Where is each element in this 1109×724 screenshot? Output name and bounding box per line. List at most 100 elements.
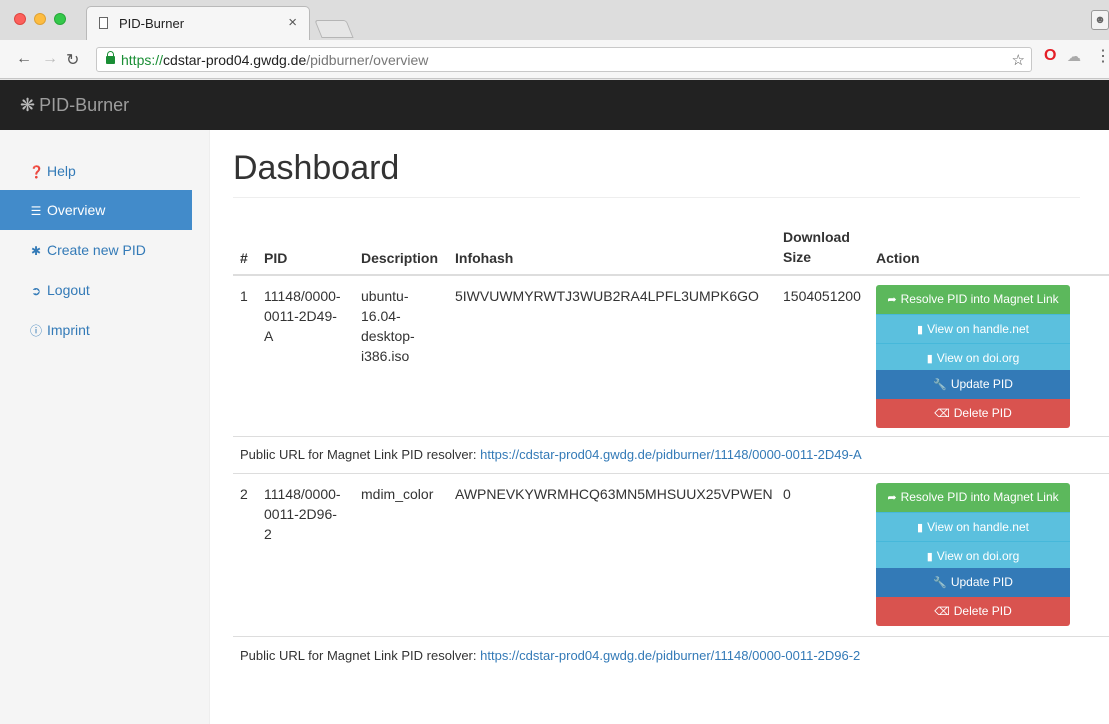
send-icon: ➦: [887, 294, 897, 306]
brand[interactable]: ❋ PID-Burner: [20, 95, 129, 116]
column-header-index: #: [240, 250, 248, 266]
star-icon[interactable]: ☆: [1012, 51, 1025, 69]
sidebar-item-label: Help: [47, 163, 76, 179]
view-on-handle-button[interactable]: ▮ View on handle.net: [876, 314, 1070, 343]
list-icon: ☰: [30, 204, 42, 218]
brand-label: PID-Burner: [39, 95, 130, 115]
row-infohash: AWPNEVKYWRMHCQ63MN5MHSUUX25VPWEN: [455, 486, 773, 502]
pid-line: A: [264, 328, 274, 344]
profile-icon[interactable]: ☻: [1091, 10, 1109, 30]
asterisk-icon: ✱: [30, 244, 42, 258]
browser-tab[interactable]: PID-Burner ×: [86, 6, 310, 40]
url-path: /pidburner/overview: [306, 52, 429, 68]
window-close-button[interactable]: [14, 13, 26, 25]
sidebar-item-create-new-pid[interactable]: ✱ Create new PID: [0, 230, 192, 270]
url-scheme: https://: [121, 52, 164, 68]
sidebar-item-label: Logout: [47, 282, 90, 298]
wrench-icon: 🔧: [933, 577, 947, 589]
back-icon[interactable]: ←: [16, 50, 32, 68]
pid-line: 0011-2D96-: [264, 506, 337, 522]
pid-line: 2: [264, 526, 272, 542]
view-on-doi-button[interactable]: ▮ View on doi.org: [876, 541, 1070, 570]
row-description: mdim_color: [361, 484, 439, 504]
row-index: 1: [240, 288, 248, 304]
title-divider: [233, 197, 1080, 198]
view-on-handle-button[interactable]: ▮ View on handle.net: [876, 512, 1070, 541]
file-icon: ▮: [917, 522, 924, 534]
page-icon: [99, 17, 108, 29]
forward-icon[interactable]: →: [42, 50, 58, 68]
pid-line: 11148/0000-: [264, 288, 341, 304]
public-url-line: Public URL for Magnet Link PID resolver:…: [240, 447, 862, 462]
description-line: mdim_color: [361, 486, 434, 502]
column-header-size-line2: Size: [783, 249, 812, 265]
menu-icon[interactable]: ⋮: [1095, 46, 1109, 66]
row-infohash: 5IWVUWMYRWTJ3WUB2RA4LPFL3UMPK6GO: [455, 288, 759, 304]
row-index: 2: [240, 486, 248, 502]
update-pid-button[interactable]: 🔧 Update PID: [876, 568, 1070, 597]
row-pid[interactable]: 11148/0000- 0011-2D49- A: [264, 286, 350, 346]
row-divider: [233, 636, 1109, 637]
delete-pid-button[interactable]: ⌫ Delete PID: [876, 399, 1070, 428]
table-header-divider: [233, 274, 1109, 276]
column-header-download-size: Download Size: [783, 227, 850, 267]
new-tab-button[interactable]: [314, 20, 354, 38]
column-header-description: Description: [361, 250, 439, 266]
reload-icon[interactable]: ↻: [66, 50, 79, 70]
wrench-icon: 🔧: [933, 379, 947, 391]
pid-line: 11148/0000-: [264, 486, 341, 502]
public-url-link[interactable]: https://cdstar-prod04.gwdg.de/pidburner/…: [480, 447, 862, 462]
description-line: 16.04-: [361, 308, 401, 324]
description-line: desktop-: [361, 328, 415, 344]
row-divider: [233, 473, 1109, 474]
erase-icon: ⌫: [934, 408, 950, 420]
opera-icon[interactable]: O: [1044, 47, 1056, 65]
erase-icon: ⌫: [934, 606, 950, 618]
log-out-icon: ➲: [30, 284, 42, 298]
column-header-pid: PID: [264, 250, 288, 266]
row-pid[interactable]: 11148/0000- 0011-2D96- 2: [264, 484, 350, 544]
sidebar-item-logout[interactable]: ➲ Logout: [0, 270, 192, 310]
address-bar[interactable]: https://cdstar-prod04.gwdg.de/pidburner/…: [96, 47, 1032, 72]
browser-tab-bar: PID-Burner × ☻: [0, 0, 1109, 40]
sidebar-item-label: Overview: [47, 202, 106, 218]
sidebar-item-imprint[interactable]: ⓘ Imprint: [0, 310, 192, 350]
question-circle-icon: ❓: [29, 165, 44, 179]
row-description: ubuntu- 16.04- desktop- i386.iso: [361, 286, 439, 366]
send-icon: ➦: [887, 492, 897, 504]
update-pid-button[interactable]: 🔧 Update PID: [876, 370, 1070, 399]
lock-icon: [106, 51, 115, 64]
description-line: ubuntu-: [361, 288, 409, 304]
sidebar-item-label: Create new PID: [47, 242, 146, 258]
view-on-doi-button[interactable]: ▮ View on doi.org: [876, 343, 1070, 372]
tab-title: PID-Burner: [119, 16, 185, 31]
url-text[interactable]: https://cdstar-prod04.gwdg.de/pidburner/…: [121, 52, 428, 68]
page-title: Dashboard: [233, 149, 400, 187]
column-header-size-line1: Download: [783, 229, 850, 245]
delete-pid-button[interactable]: ⌫ Delete PID: [876, 597, 1070, 626]
url-host: cdstar-prod04.gwdg.de: [163, 52, 307, 68]
browser-toolbar: ← → ↻ https://cdstar-prod04.gwdg.de/pidb…: [0, 40, 1109, 79]
sidebar: ❓ Help ☰ Overview ✱ Create new PID ➲ Logout …: [0, 130, 210, 724]
pid-line: 0011-2D49-: [264, 308, 337, 324]
column-header-infohash: Infohash: [455, 250, 514, 266]
row-download-size: 0: [783, 486, 791, 502]
resolve-magnet-link-button[interactable]: ➦ Resolve PID into Magnet Link: [876, 285, 1070, 314]
description-line: i386.iso: [361, 348, 410, 364]
window-zoom-button[interactable]: [54, 13, 66, 25]
window-minimize-button[interactable]: [34, 13, 46, 25]
sidebar-item-overview[interactable]: ☰ Overview: [0, 190, 192, 230]
public-url-label: Public URL for Magnet Link PID resolver:: [240, 648, 477, 663]
main-content: Dashboard # PID Description Infohash Dow…: [210, 130, 1109, 724]
sidebar-item-help[interactable]: ❓ Help: [0, 151, 192, 191]
fire-icon: ❋: [20, 95, 36, 115]
row-divider: [233, 436, 1109, 437]
info-circle-icon: ⓘ: [29, 324, 42, 338]
public-url-link[interactable]: https://cdstar-prod04.gwdg.de/pidburner/…: [480, 648, 860, 663]
column-header-action: Action: [876, 250, 920, 266]
resolve-magnet-link-button[interactable]: ➦ Resolve PID into Magnet Link: [876, 483, 1070, 512]
public-url-line: Public URL for Magnet Link PID resolver:…: [240, 648, 860, 663]
cloud-icon[interactable]: ☁: [1067, 48, 1081, 65]
app-navbar: ❋ PID-Burner: [0, 80, 1109, 130]
tab-close-icon[interactable]: ×: [288, 14, 297, 31]
